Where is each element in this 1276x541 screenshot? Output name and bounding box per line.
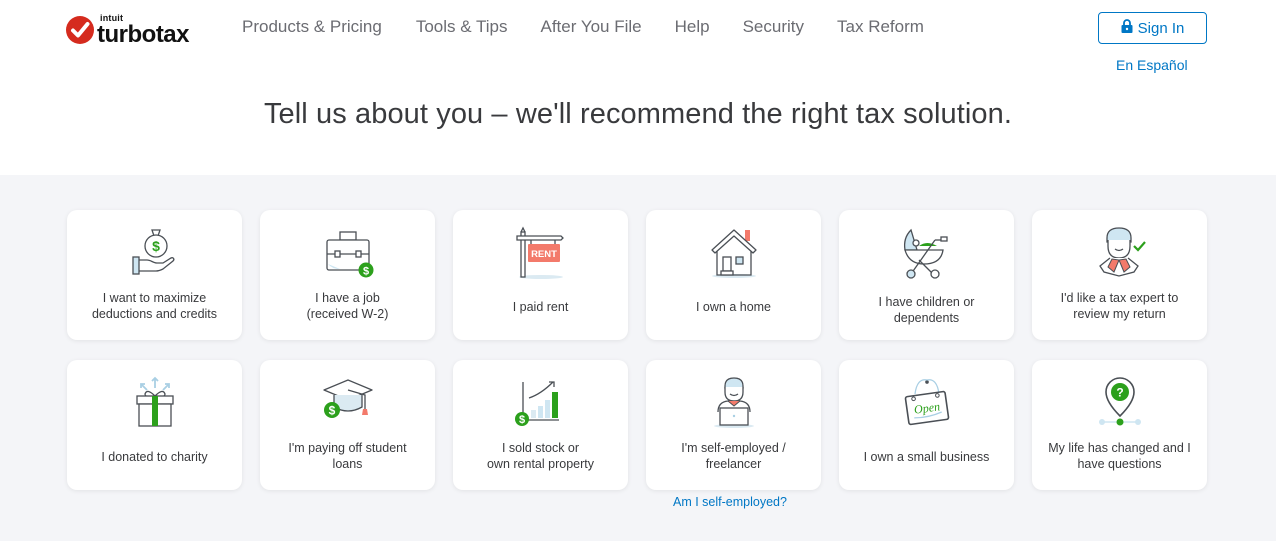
card-label-line: I own a home [695, 300, 772, 314]
card-small-business[interactable]: Open I own a small business [839, 360, 1014, 490]
card-label-line: have questions [1077, 457, 1162, 471]
svg-text:$: $ [518, 414, 524, 426]
svg-text:$: $ [152, 238, 160, 254]
card-label: I paid rent [461, 299, 620, 315]
lock-icon [1121, 19, 1133, 37]
nav-products-pricing[interactable]: Products & Pricing [242, 16, 382, 38]
checkmark-logo-icon [66, 16, 94, 44]
sign-in-label: Sign In [1137, 19, 1185, 37]
nav-tax-reform[interactable]: Tax Reform [837, 16, 924, 38]
card-label: I donated to charity [75, 449, 234, 465]
card-label-line: review my return [1073, 307, 1166, 321]
card-label-line: I have a job [315, 291, 380, 305]
money-bag-hand-icon: $ [131, 229, 174, 275]
graduation-cap-icon: $ [322, 379, 373, 418]
card-label-line: loans [332, 457, 363, 471]
card-label-line: deductions and credits [91, 307, 218, 321]
briefcase-dollar-icon: $ [325, 231, 373, 278]
card-label-line: own rental property [486, 457, 594, 471]
card-label: I'd like a tax expert to review my return [1040, 290, 1199, 322]
card-have-job[interactable]: $ I have a job (received W-2) [260, 210, 435, 340]
site-header: intuit turbotax Products & Pricing Tools… [0, 0, 1276, 175]
nav-tools-tips[interactable]: Tools & Tips [416, 16, 508, 38]
card-life-changed[interactable]: ? My life has changed and I have question… [1032, 360, 1207, 490]
card-label: I'm paying off student loans [268, 440, 427, 472]
card-label-line: I have children or [878, 295, 975, 309]
card-self-employed[interactable]: I'm self-employed / freelancer [646, 360, 821, 490]
svg-text:?: ? [1116, 386, 1123, 400]
card-label-line: I sold stock or [501, 441, 580, 455]
location-question-icon: ? [1098, 377, 1141, 426]
card-label: I own a home [654, 299, 813, 315]
card-student-loans[interactable]: $ I'm paying off student loans [260, 360, 435, 490]
card-donated-charity[interactable]: I donated to charity [67, 360, 242, 490]
open-sign-icon: Open [904, 379, 949, 426]
card-label: My life has changed and I have questions [1040, 440, 1199, 472]
card-children-dependents[interactable]: I have children or dependents [839, 210, 1014, 340]
card-label-line: I paid rent [512, 300, 569, 314]
rent-sign-icon: RENT [515, 226, 564, 279]
card-label: I want to maximize deductions and credits [75, 290, 234, 322]
card-tax-expert-review[interactable]: I'd like a tax expert to review my return [1032, 210, 1207, 340]
tax-expert-icon [1098, 227, 1146, 277]
card-label-line: I'm paying off student [288, 441, 407, 455]
freelancer-laptop-icon [713, 377, 754, 428]
card-label-line: My life has changed and I [1048, 441, 1191, 455]
card-label: I'm self-employed / freelancer [654, 440, 813, 472]
card-label: I have a job (received W-2) [268, 290, 427, 322]
card-label-line: I'd like a tax expert to [1060, 291, 1179, 305]
svg-text:RENT: RENT [531, 249, 557, 260]
growth-chart-icon: $ [514, 381, 559, 426]
situation-grid: $ I want to maximize deductions and credi… [67, 210, 1207, 490]
language-spanish-link[interactable]: En Español [1116, 57, 1188, 73]
card-own-home[interactable]: I own a home [646, 210, 821, 340]
page-title: Tell us about you – we'll recommend the … [263, 98, 1013, 130]
sign-in-button[interactable]: Sign In [1098, 12, 1207, 44]
card-label-line: (received W-2) [306, 307, 389, 321]
card-label-line: I own a small business [863, 450, 990, 464]
card-label-line: dependents [893, 311, 960, 325]
card-label-line: I donated to charity [101, 450, 208, 464]
card-label-line: freelancer [705, 457, 762, 471]
svg-text:$: $ [362, 266, 368, 278]
card-maximize-deductions[interactable]: $ I want to maximize deductions and credi… [67, 210, 242, 340]
main-nav: Products & Pricing Tools & Tips After Yo… [242, 16, 924, 38]
situation-selection-area: $ I want to maximize deductions and credi… [0, 175, 1276, 541]
house-icon [710, 229, 757, 278]
svg-text:$: $ [328, 404, 335, 418]
turbotax-logo[interactable]: intuit turbotax [66, 12, 201, 48]
card-paid-rent[interactable]: RENT I paid rent [453, 210, 628, 340]
nav-security[interactable]: Security [743, 16, 804, 38]
card-label-line: I want to maximize [102, 291, 207, 305]
card-label: I have children or dependents [847, 294, 1006, 326]
nav-after-you-file[interactable]: After You File [541, 16, 642, 38]
am-i-self-employed-link[interactable]: Am I self-employed? [673, 495, 787, 509]
nav-help[interactable]: Help [675, 16, 710, 38]
logo-brand-name: turbotax [97, 21, 190, 48]
card-stock-rental[interactable]: $ I sold stock or own rental property [453, 360, 628, 490]
gift-icon [135, 376, 174, 427]
stroller-icon [903, 228, 948, 279]
card-label-line: I'm self-employed / [681, 441, 786, 455]
card-label: I own a small business [847, 449, 1006, 465]
card-label: I sold stock or own rental property [461, 440, 620, 472]
